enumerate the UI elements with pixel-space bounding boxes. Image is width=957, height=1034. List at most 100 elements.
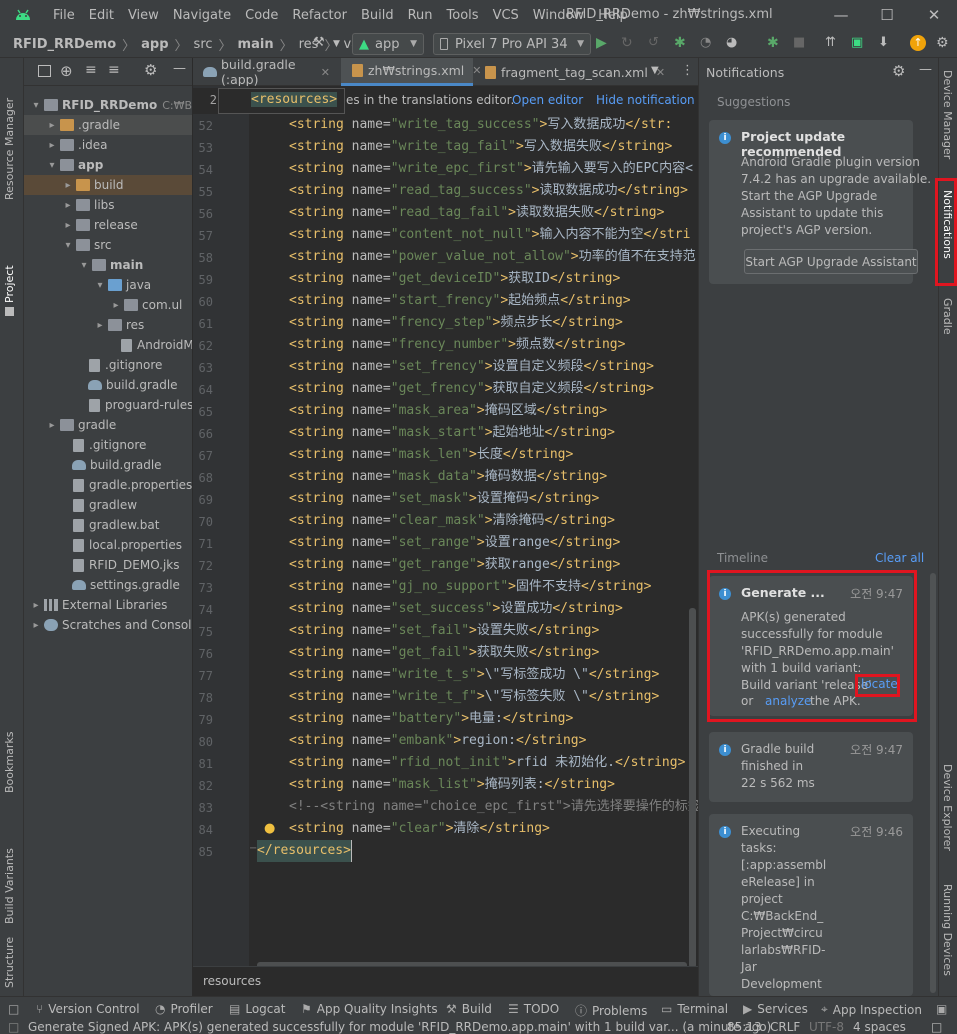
tree-item[interactable]: gradlew.bat bbox=[58, 515, 192, 535]
chevron-down-icon[interactable]: ▼ bbox=[333, 39, 349, 55]
code-line[interactable]: <string name="content_not_null">输入内容不能为空… bbox=[289, 224, 690, 246]
hide-panel-icon[interactable]: — bbox=[919, 62, 932, 77]
tree-item[interactable]: ▾ RFID_RRDemo C:₩Bac bbox=[30, 95, 192, 115]
tool-tab-app-inspection[interactable]: ⌖ App Inspection bbox=[821, 1002, 922, 1017]
tree-item[interactable]: gradle.properties bbox=[58, 475, 192, 495]
expand-all-icon[interactable]: ≡ bbox=[108, 62, 120, 78]
tree-item[interactable]: RFID_DEMO.jks bbox=[58, 555, 192, 575]
breadcrumb-item[interactable]: RFID_RRDemo bbox=[13, 37, 116, 52]
more-options-icon[interactable]: ⋮ bbox=[681, 63, 694, 78]
resource-manager-tab[interactable]: Resource Manager bbox=[3, 72, 16, 200]
run-icon[interactable]: ▶ bbox=[596, 35, 612, 51]
editor-breadcrumb[interactable]: resources bbox=[203, 974, 261, 988]
close-tab-icon[interactable]: ✕ bbox=[321, 66, 330, 79]
tool-tab-build[interactable]: ⚒ Build bbox=[446, 1002, 492, 1016]
sync-gradle-icon[interactable]: ⇈ bbox=[825, 35, 841, 51]
sticky-scroll-line[interactable]: <resources> bbox=[218, 88, 345, 114]
debug-icon[interactable]: ✱ bbox=[674, 35, 690, 51]
code-line-comment[interactable]: <!--<string name="choice_epc_first">请先选择… bbox=[289, 796, 701, 818]
profile-icon[interactable]: ◔ bbox=[700, 35, 716, 51]
apply-code-changes-icon[interactable]: ↺ bbox=[648, 35, 664, 51]
layout-inspector-icon[interactable]: ▣ bbox=[936, 1002, 947, 1016]
notification-executing-tasks[interactable]: i Executing tasks: [:app:assembl eReleas… bbox=[709, 814, 913, 996]
chevron-down-icon[interactable]: ▾ bbox=[78, 260, 90, 271]
device-manager-tab[interactable]: Device Manager bbox=[941, 70, 954, 159]
build-variants-tab[interactable]: Build Variants bbox=[3, 814, 16, 924]
collapse-all-icon[interactable]: ≡ bbox=[85, 62, 97, 78]
project-tab[interactable]: Project bbox=[3, 206, 16, 316]
notification-gradle-build[interactable]: i Gradle build finished in 22 s 562 ms 오… bbox=[709, 732, 913, 802]
code-line-resources-close[interactable]: </resources> bbox=[257, 840, 352, 862]
attach-debugger-icon[interactable]: ✱ bbox=[767, 35, 783, 51]
code-line[interactable]: <string name="mask_list">掩码列表:</string> bbox=[289, 774, 615, 796]
code-line[interactable]: <string name="mask_len">长度</string> bbox=[289, 444, 573, 466]
cursor-position[interactable]: 85:13 bbox=[727, 1020, 762, 1034]
tab-strings-xml[interactable]: zh₩strings.xml ✕ bbox=[341, 58, 481, 86]
chevron-right-icon[interactable]: ▸ bbox=[62, 180, 74, 191]
device-manager-icon[interactable]: ▣ bbox=[851, 35, 867, 51]
tree-item[interactable]: local.properties bbox=[58, 535, 192, 555]
tree-item[interactable]: .gitignore bbox=[58, 435, 192, 455]
code-line[interactable]: <string name="battery">电量:</string> bbox=[289, 708, 573, 730]
code-line[interactable]: <string name="embank">region:</string> bbox=[289, 730, 586, 752]
menu-item-run[interactable]: Run bbox=[401, 8, 440, 23]
code-line[interactable]: <string name="get_fail">获取失败</string> bbox=[289, 642, 599, 664]
menu-item-file[interactable]: File bbox=[46, 8, 82, 23]
chevron-right-icon[interactable]: ▸ bbox=[94, 320, 106, 331]
chevron-down-icon[interactable]: ▾ bbox=[46, 160, 58, 171]
tree-item[interactable]: ▸ .idea bbox=[46, 135, 192, 155]
menu-item-refactor[interactable]: Refactor bbox=[285, 8, 354, 23]
stop-icon[interactable]: ■ bbox=[793, 35, 809, 51]
structure-tab[interactable]: Structure bbox=[3, 924, 16, 988]
tree-item[interactable]: ▸ gradle bbox=[46, 415, 192, 435]
tree-item[interactable]: ▸ Scratches and Consoles bbox=[30, 615, 192, 635]
tree-item[interactable]: build.gradle bbox=[58, 455, 192, 475]
code-line[interactable]: <string name="write_tag_success">写入数据成功<… bbox=[289, 114, 672, 136]
breadcrumb-item[interactable]: main bbox=[238, 37, 274, 52]
fold-marker-icon[interactable]: − bbox=[249, 843, 257, 854]
line-separator[interactable]: CRLF bbox=[770, 1020, 800, 1034]
menu-item-tools[interactable]: Tools bbox=[440, 8, 486, 23]
code-line[interactable]: <string name="set_success">设置成功</string> bbox=[289, 598, 623, 620]
breadcrumb-item[interactable]: app bbox=[141, 37, 168, 52]
chevron-right-icon[interactable]: ▸ bbox=[62, 220, 74, 231]
code-line[interactable]: <string name="read_tag_fail">读取数据失败</str… bbox=[289, 202, 664, 224]
device-select[interactable]: Pixel 7 Pro API 34 ▼ bbox=[433, 33, 591, 55]
tool-tab-app-quality-insights[interactable]: ⚑ App Quality Insights bbox=[301, 1002, 438, 1016]
tool-tab-problems[interactable]: ⓘ Problems bbox=[575, 1002, 647, 1019]
chevron-down-icon[interactable]: ▾ bbox=[62, 240, 74, 251]
device-explorer-tab[interactable]: Device Explorer bbox=[941, 764, 954, 851]
notifications-scrollbar[interactable] bbox=[930, 573, 936, 993]
settings-gear-icon[interactable]: ⚙ bbox=[144, 61, 157, 79]
tree-item[interactable]: settings.gradle bbox=[58, 575, 192, 595]
chevron-right-icon[interactable]: ▸ bbox=[46, 420, 58, 431]
code-line[interactable]: <string name="write_epc_first">请先输入要写入的E… bbox=[289, 158, 693, 180]
settings-gear-icon[interactable]: ⚙ bbox=[936, 35, 952, 51]
clear-all-link[interactable]: Clear all bbox=[875, 551, 924, 565]
maximize-button[interactable]: ☐ bbox=[864, 0, 910, 30]
tree-item[interactable]: ▾ app bbox=[46, 155, 192, 175]
tree-item[interactable]: ▸ External Libraries bbox=[30, 595, 192, 615]
code-line[interactable]: <string name="get_frency">获取自定义频段</strin… bbox=[289, 378, 654, 400]
hide-panel-icon[interactable]: — bbox=[173, 61, 186, 76]
code-line[interactable]: <string name="write_t_s">\"写标签成功 \"</str… bbox=[289, 664, 659, 686]
chevron-down-icon[interactable]: ▾ bbox=[94, 280, 106, 291]
lightbulb-icon[interactable]: ● bbox=[264, 821, 275, 836]
menu-item-build[interactable]: Build bbox=[354, 8, 401, 23]
code-line[interactable]: <string name="rfid_not_init">rfid 未初始化.<… bbox=[289, 752, 685, 774]
chevron-right-icon[interactable]: ▸ bbox=[30, 620, 42, 631]
code-line[interactable]: <string name="set_fail">设置失败</string> bbox=[289, 620, 599, 642]
indent-setting[interactable]: 4 spaces bbox=[853, 1020, 906, 1034]
chevron-right-icon[interactable]: ▸ bbox=[30, 600, 42, 611]
code-line[interactable]: <string name="mask_data">掩码数据</string> bbox=[289, 466, 607, 488]
run-config-select[interactable]: ▲ app ▼ bbox=[352, 33, 424, 55]
chevron-right-icon[interactable]: ▸ bbox=[46, 120, 58, 131]
tree-item[interactable]: ▸ .gradle bbox=[24, 115, 192, 135]
locate-target-icon[interactable]: ⊕ bbox=[60, 62, 73, 80]
tool-tab-profiler[interactable]: ◔ Profiler bbox=[155, 1002, 213, 1016]
chevron-right-icon[interactable]: ▸ bbox=[62, 200, 74, 211]
code-line[interactable]: <string name="mask_area">掩码区域</string> bbox=[289, 400, 607, 422]
update-icon[interactable]: ↑ bbox=[910, 35, 926, 51]
code-line[interactable]: <string name="get_deviceID">获取ID</string… bbox=[289, 268, 620, 290]
code-line[interactable]: <string name="set_range">设置range</string… bbox=[289, 532, 620, 554]
